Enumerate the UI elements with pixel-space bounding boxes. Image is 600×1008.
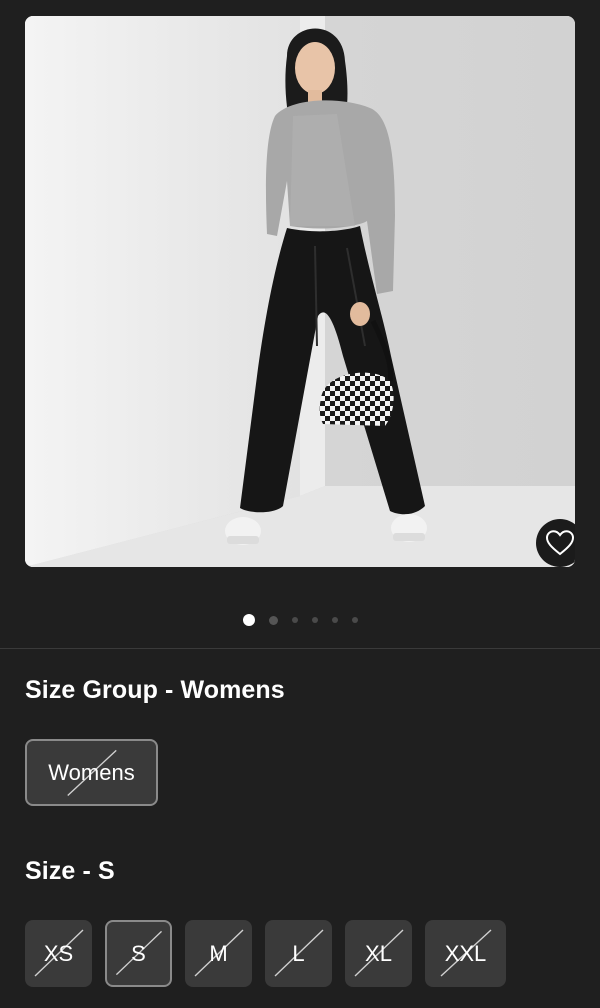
size-option-label: L [292, 940, 305, 966]
product-photo [25, 16, 575, 567]
size-option-label: M [209, 940, 228, 966]
carousel-dot-5[interactable] [331, 617, 338, 623]
carousel-dot-6[interactable] [351, 617, 358, 623]
size-option-label: S [131, 940, 146, 966]
size-option-label: XXL [444, 940, 487, 966]
carousel-indicator [0, 614, 600, 626]
size-group-title: Size Group - Womens [25, 676, 285, 704]
size-option-xs[interactable]: XS [25, 920, 92, 987]
size-option-xxl[interactable]: XXL [425, 920, 506, 987]
size-option-m[interactable]: M [185, 920, 252, 987]
carousel-dot-2[interactable] [268, 615, 278, 625]
section-divider [0, 648, 600, 649]
size-option-xl[interactable]: XL [345, 920, 412, 987]
size-group-option-label: Womens [48, 759, 135, 785]
product-page: Size Group - Womens Womens Size - S XS S… [0, 0, 600, 1008]
carousel-dot-3[interactable] [291, 617, 298, 623]
size-group-option-womens[interactable]: Womens [25, 739, 158, 806]
carousel-dot-1[interactable] [242, 614, 255, 626]
size-option-l[interactable]: L [265, 920, 332, 987]
size-option-label: XS [43, 940, 74, 966]
carousel-dot-4[interactable] [311, 617, 318, 623]
product-image[interactable] [25, 16, 575, 567]
size-option-label: XL [365, 940, 392, 966]
size-option-s[interactable]: S [105, 920, 172, 987]
heart-outline-icon [545, 530, 575, 556]
size-title: Size - S [25, 857, 115, 885]
